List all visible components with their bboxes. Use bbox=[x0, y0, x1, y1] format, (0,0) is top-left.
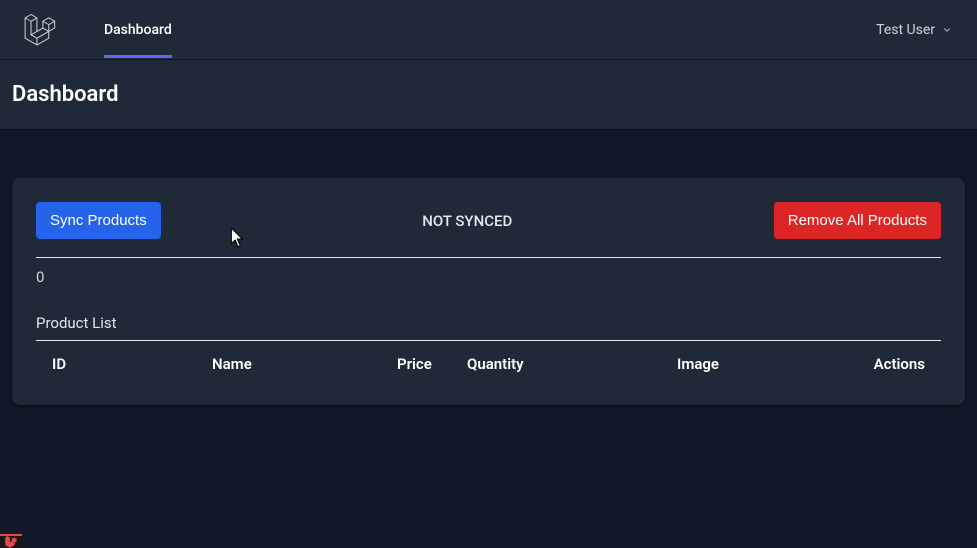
table-header-row: ID Name Price Quantity Image Actions bbox=[36, 341, 941, 381]
content-wrapper: Sync Products NOT SYNCED Remove All Prod… bbox=[0, 130, 977, 405]
nav-dashboard-link[interactable]: Dashboard bbox=[104, 2, 172, 58]
page-title: Dashboard bbox=[12, 82, 965, 107]
column-name: Name bbox=[212, 355, 397, 373]
user-name: Test User bbox=[876, 22, 935, 38]
top-navbar: Dashboard Test User bbox=[0, 0, 977, 60]
page-header: Dashboard bbox=[0, 60, 977, 130]
chevron-down-icon bbox=[941, 24, 953, 36]
laravel-icon bbox=[24, 14, 56, 46]
remove-all-products-button[interactable]: Remove All Products bbox=[774, 202, 941, 239]
product-list-title: Product List bbox=[36, 314, 941, 341]
user-menu[interactable]: Test User bbox=[876, 22, 953, 38]
product-count: 0 bbox=[36, 258, 941, 314]
column-quantity: Quantity bbox=[467, 355, 677, 373]
laravel-logo[interactable] bbox=[24, 14, 56, 46]
products-card: Sync Products NOT SYNCED Remove All Prod… bbox=[12, 178, 965, 405]
sync-status-text: NOT SYNCED bbox=[422, 212, 512, 230]
column-actions: Actions bbox=[852, 355, 925, 373]
devtools-indicator[interactable] bbox=[0, 534, 22, 548]
toolbar: Sync Products NOT SYNCED Remove All Prod… bbox=[36, 202, 941, 258]
column-price: Price bbox=[397, 355, 467, 373]
column-id: ID bbox=[52, 355, 212, 373]
column-image: Image bbox=[677, 355, 852, 373]
sync-products-button[interactable]: Sync Products bbox=[36, 202, 161, 239]
laravel-icon bbox=[5, 536, 17, 548]
nav-left: Dashboard bbox=[24, 2, 172, 58]
